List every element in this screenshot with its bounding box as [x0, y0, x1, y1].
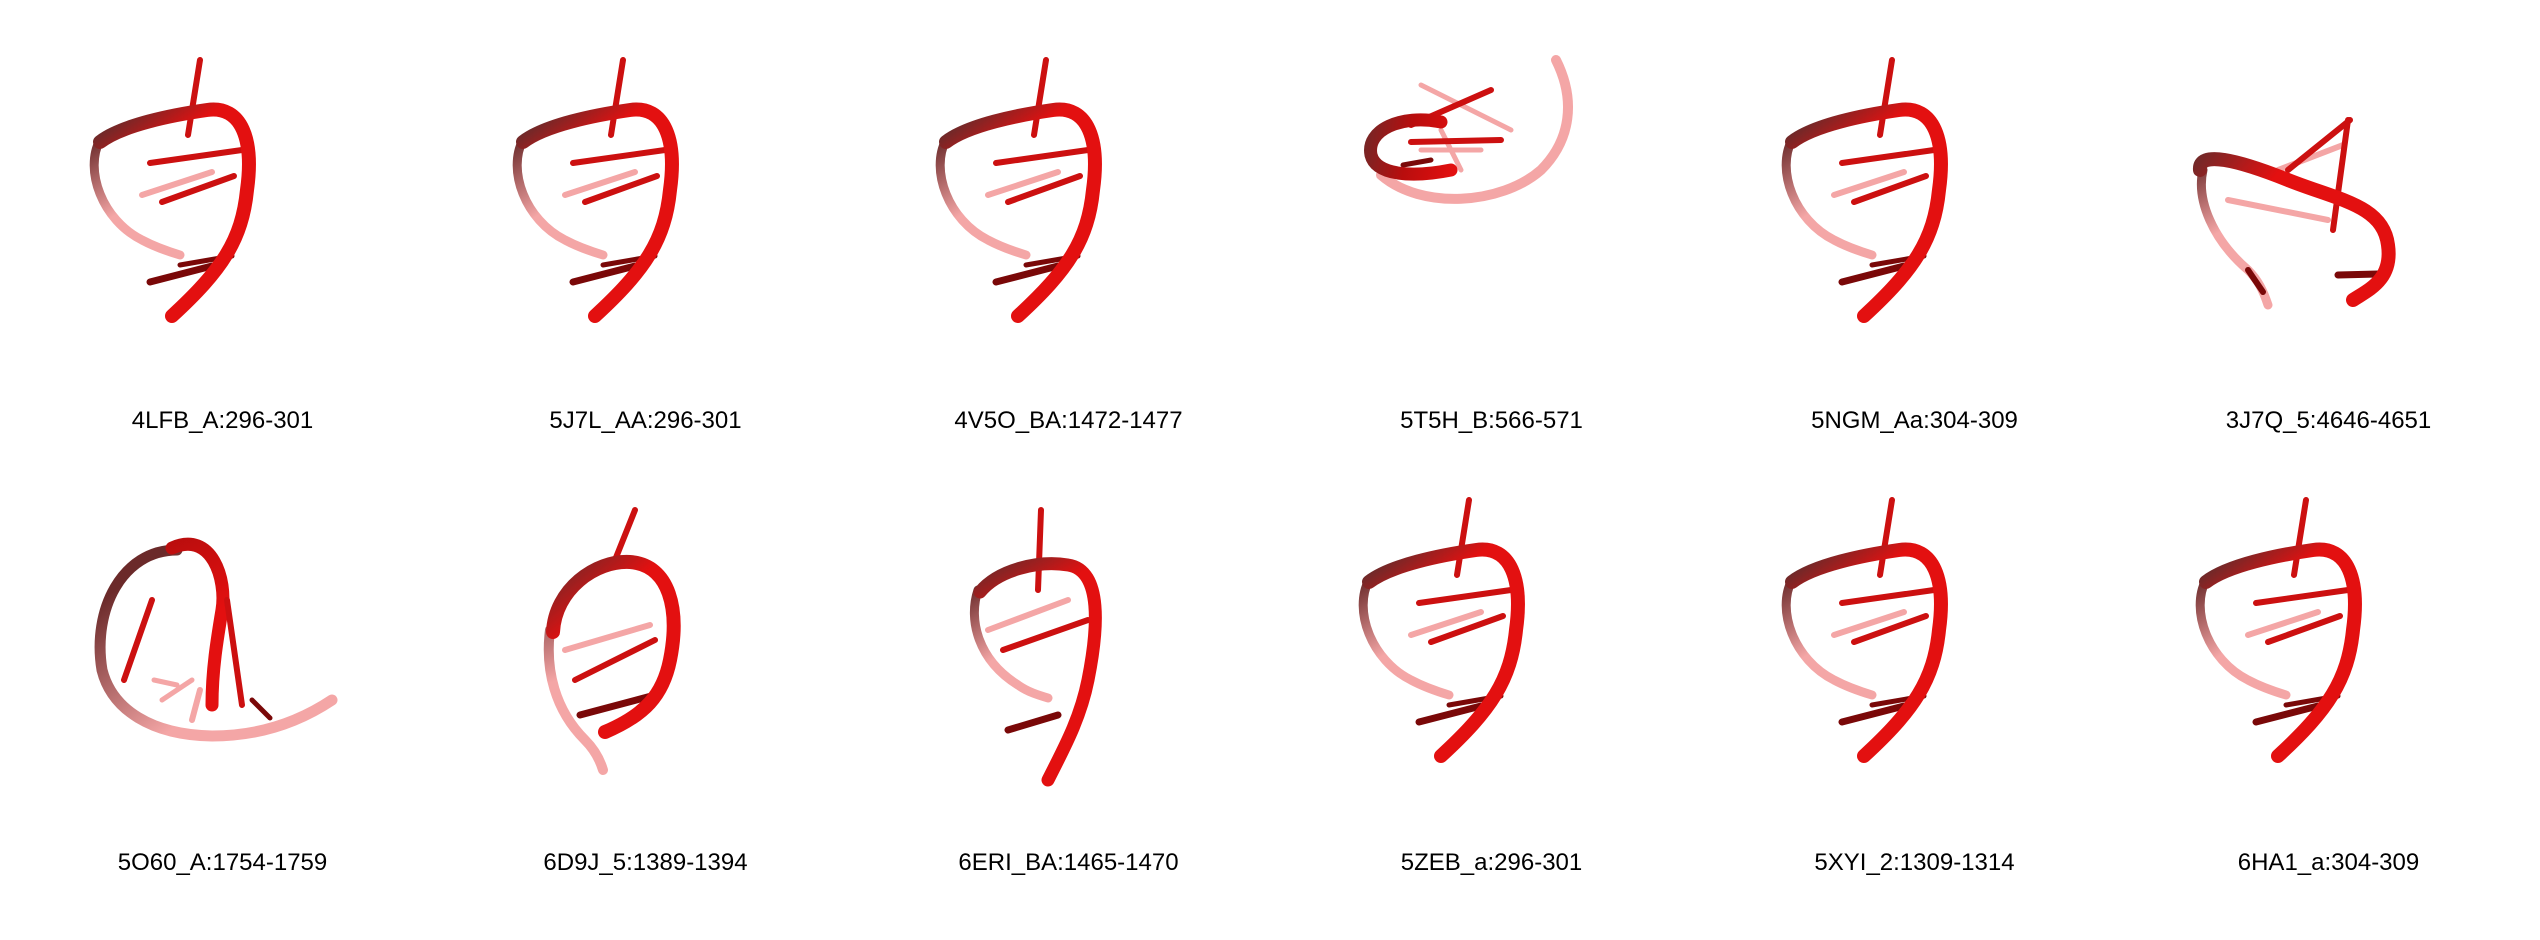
panel-label: 5O60_A:1754-1759: [117, 849, 328, 876]
structure-grid: 4LFB_A:296-301 5J7L_AA:296-301 4V5O_BA:1…: [0, 0, 2540, 940]
rna-structure-image: [969, 507, 1102, 787]
rna-structure-image: [543, 507, 681, 775]
panel: 5ZEB_a:296-301: [1280, 0, 1703, 876]
panel: 6ERI_BA:1465-1470: [857, 0, 1280, 876]
panel-label: 6ERI_BA:1465-1470: [958, 849, 1179, 876]
panel: 6D9J_5:1389-1394: [434, 0, 857, 876]
rna-structure-image: [2195, 497, 2362, 763]
panel: 5O60_A:1754-1759: [11, 0, 434, 876]
panel-label: 6D9J_5:1389-1394: [543, 849, 748, 876]
rna-structure-image: [94, 537, 338, 742]
rna-structure-image: [1781, 497, 1948, 763]
panel-label: 5XYI_2:1309-1314: [1814, 849, 2015, 876]
panel: 5XYI_2:1309-1314: [1703, 0, 2126, 876]
rna-structure-image: [1358, 497, 1525, 763]
panel-label: 5ZEB_a:296-301: [1400, 849, 1583, 876]
panel-label: 6HA1_a:304-309: [2237, 849, 2420, 876]
panel: 6HA1_a:304-309: [2117, 0, 2540, 876]
